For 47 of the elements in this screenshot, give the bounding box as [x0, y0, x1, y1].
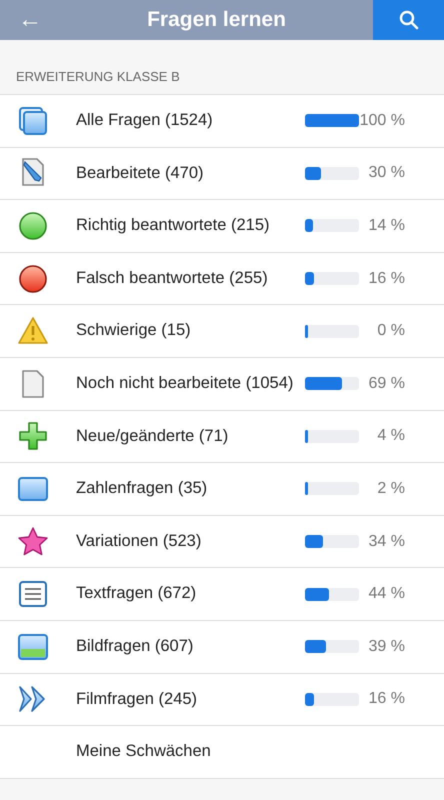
list-item[interactable]: Textfragen (672) 44 % — [0, 568, 444, 621]
item-label: Variationen (523) — [76, 530, 202, 552]
item-label: Schwierige (15) — [76, 320, 192, 342]
item-label: Richtig beantwortete (215) — [76, 215, 271, 236]
percent-text: 44 % — [368, 584, 406, 604]
item-label: Meine Schwächen — [76, 741, 212, 762]
list-item[interactable]: Bildfragen (607) 39 % — [0, 620, 444, 674]
percent-text: 30 % — [368, 163, 406, 184]
percent-text: 16 % — [368, 689, 406, 710]
item-label: Falsch beantwortete (255) — [76, 268, 269, 289]
section-heading: ERWEITERUNG KLASSE B — [16, 68, 180, 86]
stacked-squares-icon — [17, 104, 49, 137]
circle-icon — [17, 210, 49, 242]
star-icon — [17, 526, 49, 558]
circle-icon — [17, 262, 49, 295]
screen-title: Fragen lernen — [146, 7, 287, 34]
list-item[interactable]: Filmfragen (245) 16 % — [0, 674, 444, 726]
percent-text: 69 % — [368, 374, 406, 394]
percent-text: 39 % — [368, 636, 406, 657]
list-item[interactable]: Noch nicht bearbeitete (1054) 69 % — [0, 358, 444, 411]
item-label: Noch nicht bearbeitete (1054) — [76, 373, 294, 394]
list-item[interactable]: Neue/geänderte (71) 4 % — [0, 410, 444, 464]
item-label: Bildfragen (607) — [76, 636, 194, 658]
search-button[interactable] — [373, 0, 444, 40]
list-item[interactable]: Bearbeitete (470) 30 % — [0, 148, 444, 200]
item-label: Neue/geänderte (71) — [76, 426, 230, 447]
plus-icon — [17, 420, 49, 452]
item-label: Zahlenfragen (35) — [76, 478, 208, 500]
percent-text: 4 % — [376, 426, 406, 446]
list-item[interactable]: Zahlenfragen (35) 2 % — [0, 463, 444, 516]
percent-text: 34 % — [368, 532, 406, 552]
percent-text: 16 % — [368, 268, 406, 289]
list-item[interactable]: Alle Fragen (1524) 100 % — [0, 95, 444, 148]
list-item[interactable]: Variationen (523) 34 % — [0, 516, 444, 568]
percent-text: 100 % — [359, 110, 406, 131]
percent-text: 14 % — [368, 216, 406, 236]
list-item[interactable]: Richtig beantwortete (215) 14 % — [0, 200, 444, 253]
list-item[interactable]: Falsch beantwortete (255) 16 % — [0, 252, 444, 306]
percent-text: 0 % — [376, 321, 406, 342]
item-label: Bearbeitete (470) — [76, 162, 204, 184]
list-item[interactable]: Schwierige (15) 0 % — [0, 305, 444, 358]
item-label: Textfragen (672) — [76, 583, 198, 604]
item-label: Alle Fragen (1524) — [76, 110, 214, 132]
search-icon — [398, 10, 418, 30]
item-label: Filmfragen (245) — [76, 688, 198, 710]
list-item[interactable]: Meine Schwächen — [0, 726, 444, 779]
percent-text: 2 % — [376, 478, 406, 499]
